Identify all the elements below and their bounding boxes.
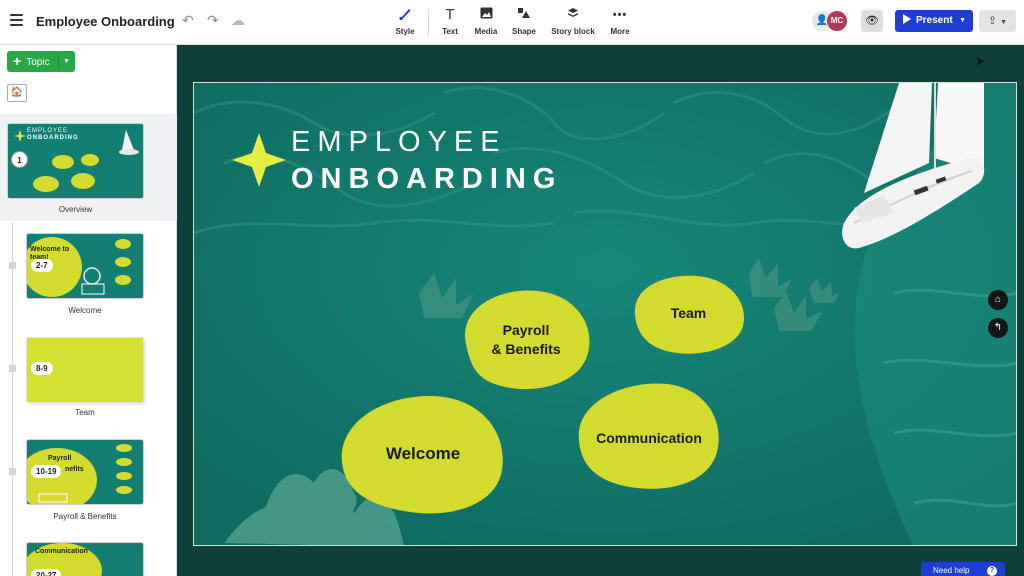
user-avatar[interactable]: MC <box>827 11 847 31</box>
topic-communication[interactable]: Communication <box>575 380 723 490</box>
topic-payroll-benefits[interactable]: Payroll & Benefits <box>458 289 594 391</box>
preview-button[interactable]: 👁 <box>861 10 883 32</box>
badge-welcome: 2-7 <box>31 259 53 272</box>
share-icon: ⇪ <box>987 15 998 27</box>
arrow-up-left-icon: ↰ <box>993 322 1003 333</box>
brush-icon <box>394 7 416 23</box>
share-button[interactable]: ⇪ ▼ <box>979 10 1016 32</box>
topic-team[interactable]: Team <box>631 274 746 356</box>
label-welcome: Welcome <box>68 306 102 315</box>
badge-payroll: 10-19 <box>31 465 62 478</box>
cloud-sync-icon: ☁ <box>231 12 245 28</box>
tool-style[interactable]: Style <box>394 7 416 36</box>
dots-icon: ••• <box>612 9 628 21</box>
image-icon <box>473 7 499 23</box>
slide-title-line2[interactable]: ONBOARDING <box>291 163 562 196</box>
back-nav-button[interactable]: ↰ <box>988 318 1008 338</box>
tool-story-block[interactable]: Story block <box>549 7 597 36</box>
menu-icon[interactable] <box>10 14 23 26</box>
tool-shape[interactable]: Shape <box>511 7 537 36</box>
top-toolbar: Employee Onboarding ↶ ↷ ☁ Style T Text M… <box>0 0 1024 45</box>
topic-rail <box>12 222 13 576</box>
tool-media[interactable]: Media <box>473 7 499 36</box>
plus-icon: + <box>13 53 22 69</box>
add-topic-button[interactable]: + Topic ▼ <box>7 51 75 72</box>
label-team: Team <box>75 408 95 417</box>
undo-icon[interactable]: ↶ <box>182 12 194 29</box>
text-icon: T <box>445 6 455 23</box>
home-icon: 🏠 <box>10 87 24 98</box>
document-title[interactable]: Employee Onboarding <box>36 14 175 29</box>
label-payroll: Payroll & Benefits <box>53 512 117 521</box>
label-overview: Overview <box>58 205 93 214</box>
help-icon: ? <box>987 566 997 576</box>
mouse-cursor-icon: ➤ <box>975 54 986 68</box>
home-icon: ⌂ <box>994 294 1002 305</box>
badge-overview: 1 <box>11 151 28 168</box>
badge-team: 8-9 <box>31 362 53 375</box>
toolbar-divider <box>428 9 429 35</box>
present-button[interactable]: Present ▼ <box>895 10 973 32</box>
eye-icon: 👁 <box>865 15 879 27</box>
slide-canvas[interactable]: EMPLOYEE ONBOARDING Payroll & Benefits T… <box>193 82 1017 546</box>
badge-communication: 20-27 <box>31 569 62 576</box>
chevron-down-icon: ▼ <box>1000 19 1008 26</box>
play-icon <box>903 14 911 24</box>
shape-icon <box>511 7 537 23</box>
slide-title-line1[interactable]: EMPLOYEE <box>291 126 507 159</box>
home-nav-button[interactable]: ⌂ <box>988 290 1008 310</box>
chevron-down-icon[interactable]: ▼ <box>959 10 966 32</box>
redo-icon[interactable]: ↷ <box>207 12 219 29</box>
need-help-button[interactable]: Need help ? <box>921 562 1005 576</box>
tool-more[interactable]: ••• More <box>607 7 633 36</box>
topic-welcome[interactable]: Welcome <box>340 394 506 516</box>
chevron-down-icon[interactable]: ▼ <box>63 51 70 72</box>
layers-icon <box>549 7 597 23</box>
home-button[interactable]: 🏠 <box>7 84 27 102</box>
tool-text[interactable]: T Text <box>440 6 460 37</box>
